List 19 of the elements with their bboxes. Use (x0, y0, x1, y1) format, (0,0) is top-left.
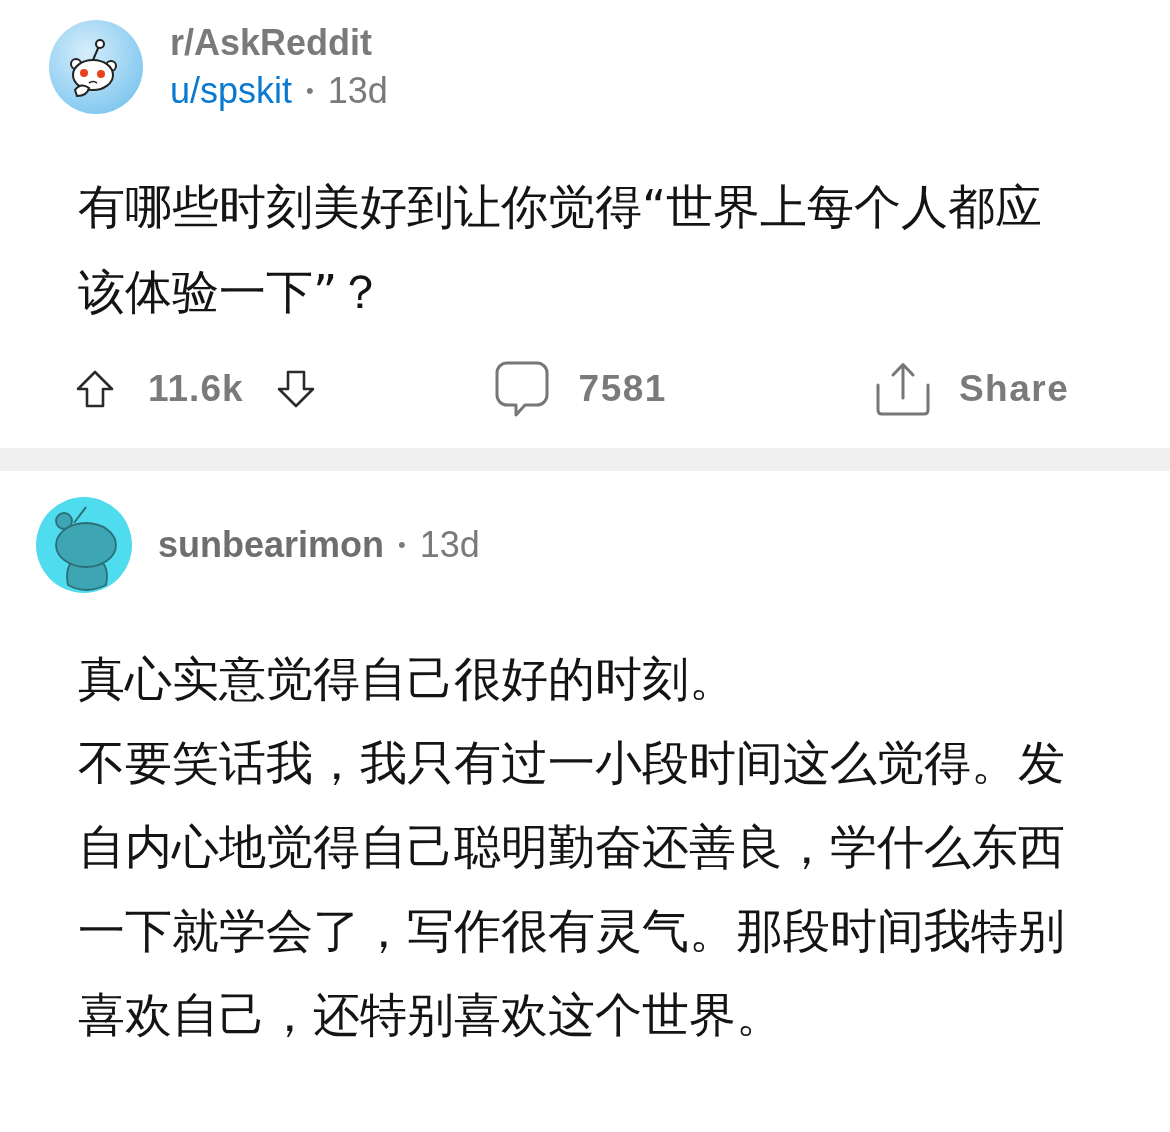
comment-age: 13d (419, 524, 480, 566)
share-button[interactable]: Share (874, 361, 1070, 417)
share-icon (874, 361, 931, 417)
post-title: 有哪些时刻美好到让你觉得“世界上每个人都应该体验一下”？ (78, 178, 1044, 321)
username-link[interactable]: u/spskit (170, 67, 293, 115)
vote-count: 11.6k (148, 368, 244, 410)
meta-separator: • (306, 77, 314, 105)
avatar-icon (49, 20, 143, 114)
upvote-icon[interactable] (75, 369, 115, 409)
meta-separator: • (398, 532, 406, 558)
comment-paragraph: 真心实意觉得自己很好的时刻。 (78, 650, 737, 708)
comment-paragraph: 不要笑话我，我只有过一小段时间这么觉得。发自内心地觉得自己聪明勤奋还善良，学什么东西一下就学会了，写作很有灵气。那段时间我特别喜欢自己，还特别喜欢这个世界。 (78, 734, 1066, 1044)
comment-icon (493, 360, 550, 418)
comments-button[interactable]: 7581 (493, 360, 667, 418)
avatar-icon (36, 497, 132, 593)
downvote-icon[interactable] (275, 369, 316, 409)
comment-author-link[interactable]: sunbearimon (158, 524, 385, 566)
post-age: 13d (327, 69, 388, 113)
subreddit-link[interactable]: r/AskReddit (170, 19, 388, 67)
